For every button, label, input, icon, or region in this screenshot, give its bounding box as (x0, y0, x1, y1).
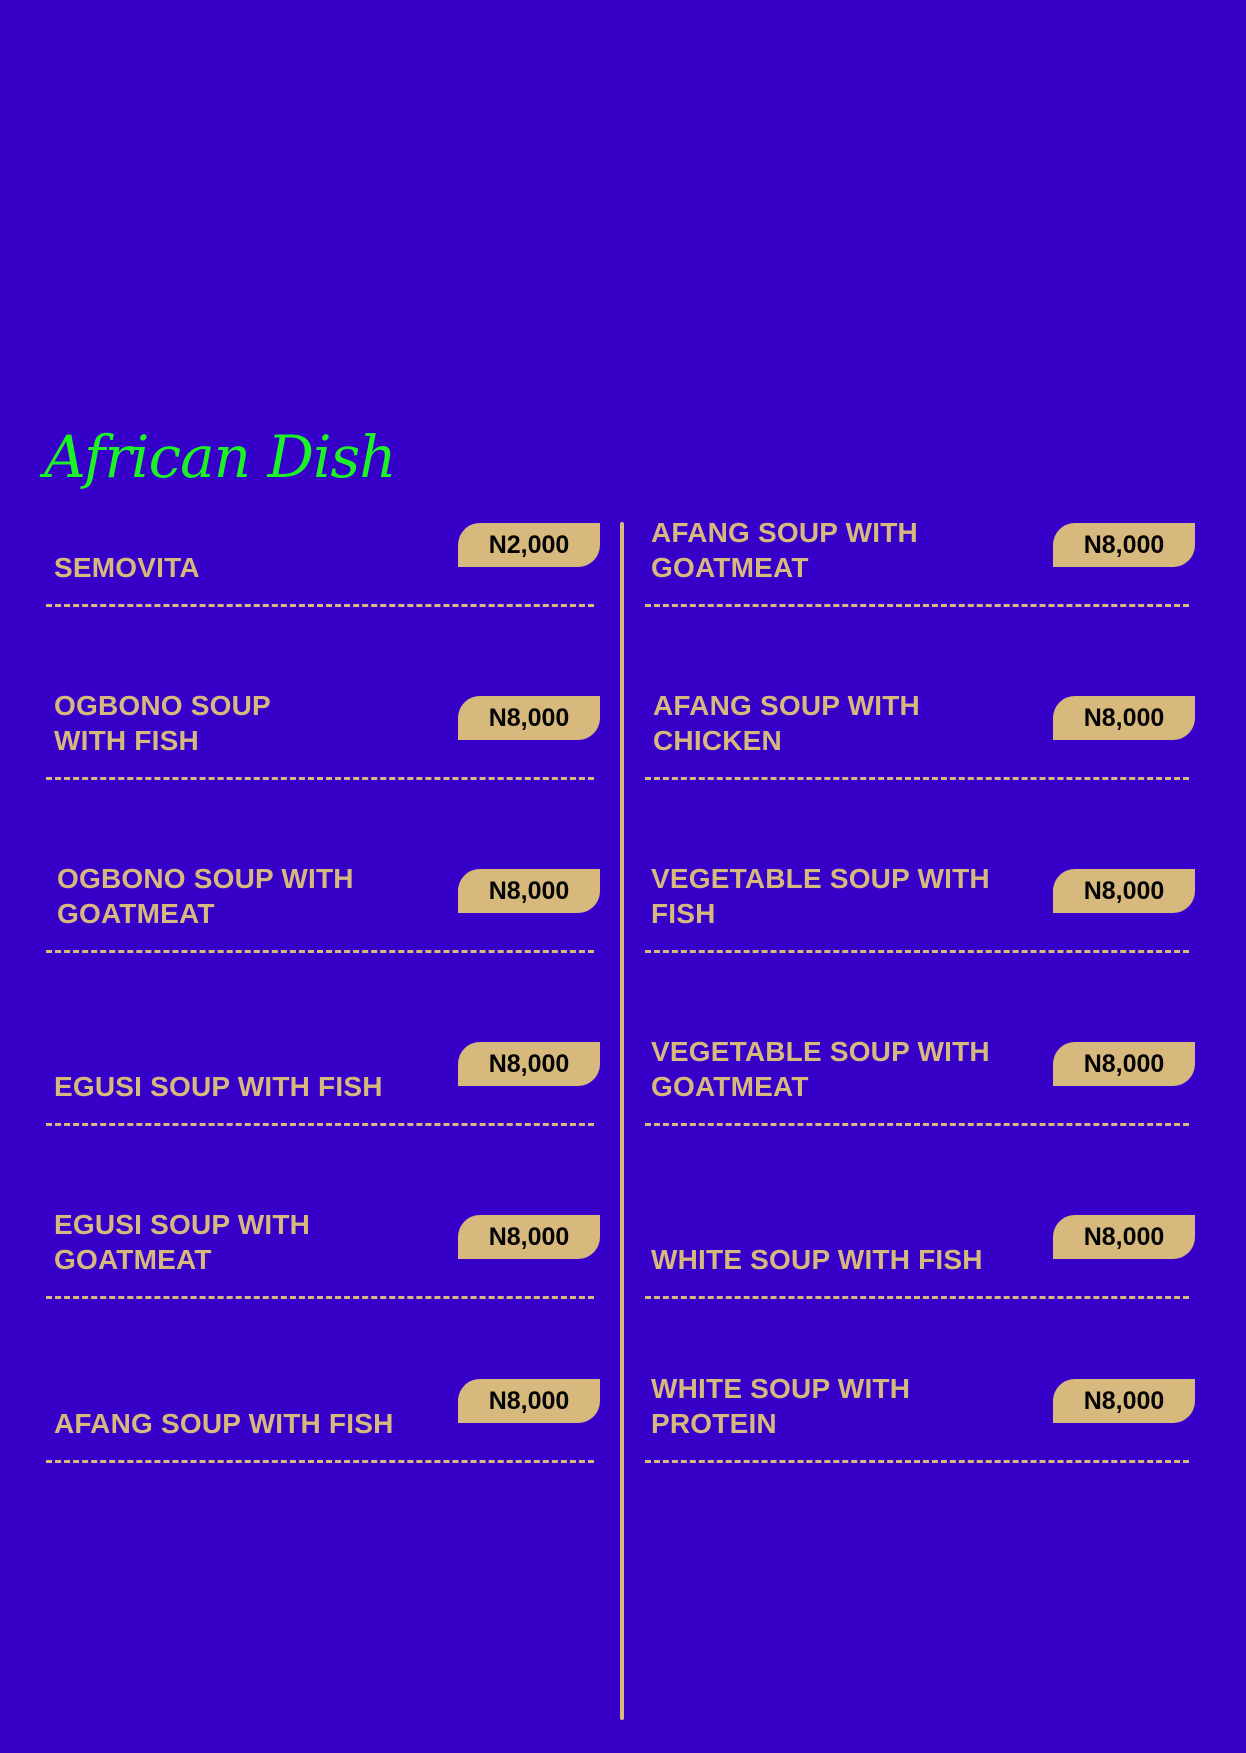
menu-item-price: N8,000 (1053, 1042, 1195, 1086)
menu-item-price: N2,000 (458, 523, 600, 567)
menu-item-price: N8,000 (458, 1379, 600, 1423)
menu-item-price: N8,000 (1053, 1379, 1195, 1423)
menu-item-name: EGUSI SOUP WITH GOATMEAT (54, 1209, 311, 1275)
menu-item: OGBONO SOUP WITH GOATMEAT N8,000 (46, 863, 600, 953)
menu-item-price: N8,000 (1053, 869, 1195, 913)
dotted-separator (46, 950, 594, 953)
dotted-separator (645, 950, 1189, 953)
menu-item-name: AFANG SOUP WITH FISH (54, 1408, 394, 1439)
menu-item-price: N8,000 (458, 1042, 600, 1086)
dotted-separator (645, 1296, 1189, 1299)
menu-item-price: N8,000 (458, 1215, 600, 1259)
menu-item: VEGETABLE SOUP WITH FISH N8,000 (645, 863, 1195, 953)
dotted-separator (645, 1123, 1189, 1126)
menu-item-name: OGBONO SOUP WITH FISH (54, 690, 271, 756)
dotted-separator (46, 604, 594, 607)
dotted-separator (46, 1123, 594, 1126)
menu-item: OGBONO SOUP WITH FISH N8,000 (46, 690, 600, 780)
menu-item: SEMOVITA N2,000 (46, 523, 600, 607)
menu-item: WHITE SOUP WITH PROTEIN N8,000 (645, 1373, 1195, 1463)
menu-item-name: SEMOVITA (54, 552, 200, 583)
menu-item-name: WHITE SOUP WITH PROTEIN (651, 1373, 911, 1439)
menu-item-name: EGUSI SOUP WITH FISH (54, 1071, 383, 1102)
menu-item: WHITE SOUP WITH FISH N8,000 (645, 1215, 1195, 1299)
dotted-separator (645, 604, 1189, 607)
menu-item-price: N8,000 (458, 869, 600, 913)
menu-item-price: N8,000 (1053, 1215, 1195, 1259)
section-title: African Dish (44, 423, 397, 491)
menu-item-price: N8,000 (1053, 523, 1195, 567)
menu-item-price: N8,000 (1053, 696, 1195, 740)
dotted-separator (645, 777, 1189, 780)
dotted-separator (645, 1460, 1189, 1463)
menu-item: AFANG SOUP WITH CHICKEN N8,000 (645, 690, 1195, 780)
menu-item: VEGETABLE SOUP WITH GOATMEAT N8,000 (645, 1036, 1195, 1126)
menu-item-name: VEGETABLE SOUP WITH FISH (651, 863, 990, 929)
menu-item-price: N8,000 (458, 696, 600, 740)
column-divider (620, 522, 624, 1720)
menu-item: AFANG SOUP WITH FISH N8,000 (46, 1379, 600, 1463)
menu-item: EGUSI SOUP WITH GOATMEAT N8,000 (46, 1209, 600, 1299)
menu-item-name: WHITE SOUP WITH FISH (651, 1244, 983, 1275)
dotted-separator (46, 1296, 594, 1299)
menu-item-name: OGBONO SOUP WITH GOATMEAT (57, 863, 354, 929)
menu-item: EGUSI SOUP WITH FISH N8,000 (46, 1042, 600, 1126)
dotted-separator (46, 777, 594, 780)
menu-item-name: AFANG SOUP WITH GOATMEAT (651, 517, 918, 583)
menu-item-name: AFANG SOUP WITH CHICKEN (653, 690, 920, 756)
menu-item-name: VEGETABLE SOUP WITH GOATMEAT (651, 1036, 990, 1102)
dotted-separator (46, 1460, 594, 1463)
menu-item: AFANG SOUP WITH GOATMEAT N8,000 (645, 517, 1195, 607)
